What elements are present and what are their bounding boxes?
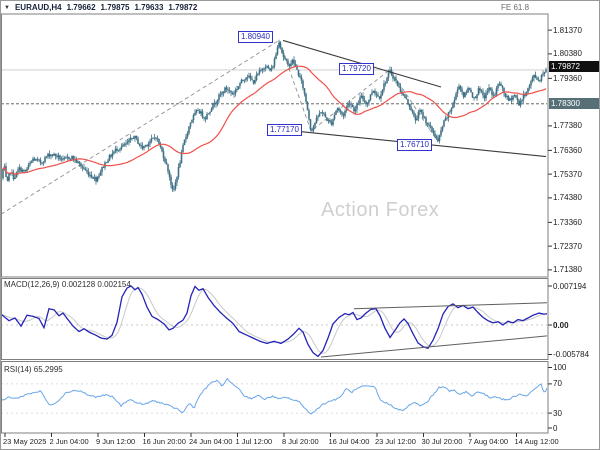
panel-border-1 [2, 14, 549, 277]
macd-panel-graphics [1, 286, 548, 357]
candle-bodies [2, 43, 547, 190]
rsi-value: 65.2995 [34, 365, 63, 374]
macd-trendline-2 [321, 336, 548, 357]
rsi-indicator-label: RSI(14) 65.2995 [4, 365, 63, 374]
macd-label: MACD(12,26,9) [4, 280, 60, 289]
moving-average-line [3, 66, 546, 174]
rsi-panel-graphics [1, 379, 548, 414]
chart-canvas[interactable] [1, 1, 600, 450]
price-trendline-1 [283, 40, 441, 87]
main-panel-graphics [1, 40, 548, 214]
rsi-label: RSI(14) [4, 365, 32, 374]
macd-main-line [1, 286, 548, 356]
price-trendline-2 [294, 131, 546, 157]
panel-border-2 [2, 279, 549, 360]
macd-trendline-1 [354, 303, 548, 309]
chart-window: ▼ EURAUD,H4 1.79662 1.79875 1.79633 1.79… [0, 0, 600, 450]
macd-value-signal: 0.002154 [97, 280, 130, 289]
macd-indicator-label: MACD(12,26,9) 0.002128 0.002154 [4, 280, 131, 289]
macd-value-main: 0.002128 [62, 280, 95, 289]
